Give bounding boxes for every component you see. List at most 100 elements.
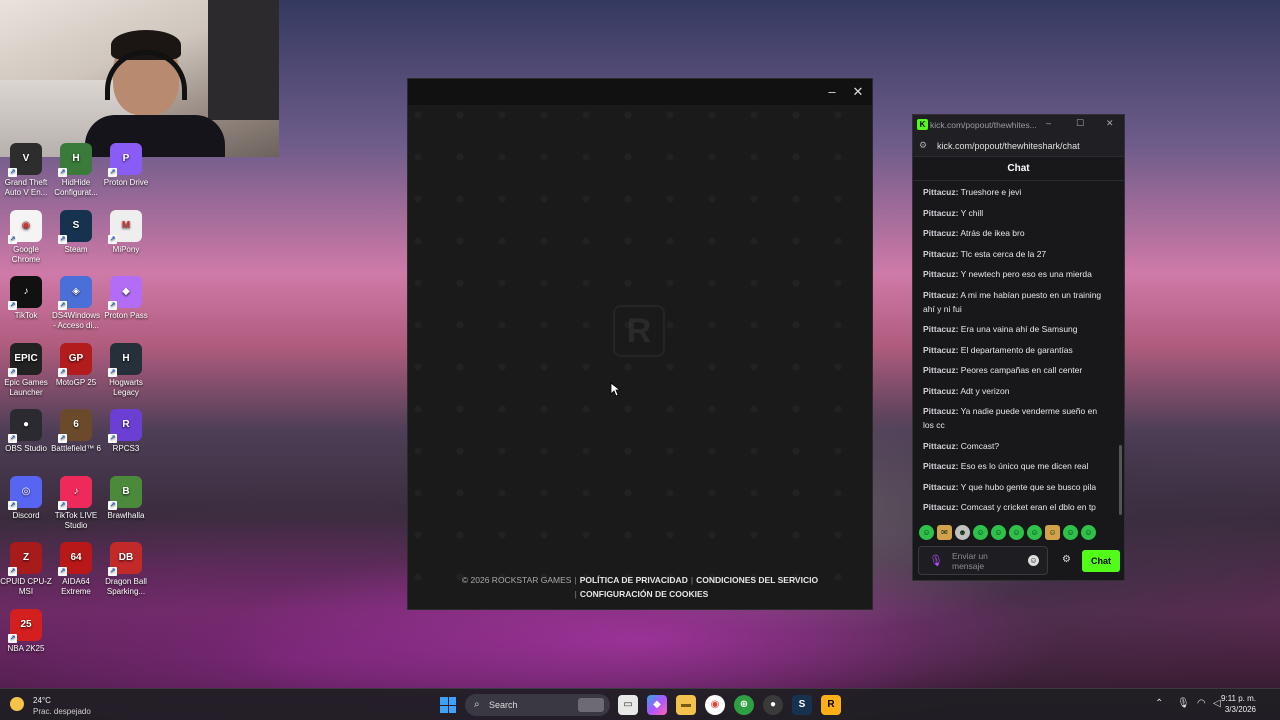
tiktok-live-studio-shortcut[interactable]: ♪ ↗ TikTok LIVE Studio	[50, 475, 102, 531]
chat-message[interactable]: Pittacuz: Comcast y cricket eran el dblo…	[913, 497, 1118, 518]
chat-send-button[interactable]: Chat	[1082, 550, 1120, 572]
steam-shortcut[interactable]: S ↗ Steam	[50, 209, 102, 255]
epic-games-shortcut[interactable]: EPIC ↗ Epic Games Launcher	[0, 342, 52, 398]
emote-icon[interactable]: ☺	[1027, 525, 1042, 540]
chat-username[interactable]: Pittacuz:	[923, 386, 958, 396]
chat-username[interactable]: Pittacuz:	[923, 441, 958, 451]
motogp-shortcut[interactable]: GP ↗ MotoGP 25	[50, 342, 102, 388]
battlefield-shortcut[interactable]: 6 ↗ Battlefield™ 6	[50, 409, 102, 454]
shortcut-arrow-icon: ↗	[8, 367, 17, 377]
chat-message[interactable]: Pittacuz: Atrás de ikea bro	[913, 223, 1118, 244]
minimize-icon[interactable]: –	[1046, 118, 1051, 128]
chat-message[interactable]: Pittacuz: Peores campañas en call center	[913, 360, 1118, 381]
dragon-ball-shortcut[interactable]: DB ↗ Dragon Ball Sparking...	[100, 542, 152, 597]
microphone-tray-icon[interactable]: 🎙	[1177, 698, 1190, 709]
kick-address-bar[interactable]: ⚙ kick.com/popout/thewhiteshark/chat	[913, 135, 1124, 157]
chat-username[interactable]: Pittacuz:	[923, 365, 958, 375]
steam-taskbar-icon[interactable]: S	[792, 695, 812, 715]
hogwarts-legacy-shortcut[interactable]: H ↗ Hogwarts Legacy	[100, 342, 152, 398]
kick-window-titlebar[interactable]: K kick.com/popout/thewhites... – ☐ ✕	[913, 115, 1124, 135]
emoji-picker-icon[interactable]: ☺	[1028, 555, 1039, 566]
system-clock[interactable]: 9:11 p. m. 3/3/2026	[1221, 693, 1256, 715]
ds4windows-shortcut[interactable]: ◈ ↗ DS4Windows - Acceso di...	[50, 276, 102, 331]
emote-icon[interactable]: ☺	[919, 525, 934, 540]
emote-icon[interactable]: ☺	[1063, 525, 1078, 540]
nba-2k25-shortcut[interactable]: 25 ↗ NBA 2K25	[0, 608, 52, 654]
chat-message[interactable]: Pittacuz: Y newtech pero eso es una mier…	[913, 264, 1118, 285]
chat-username[interactable]: Pittacuz:	[923, 324, 958, 334]
chat-scrollbar[interactable]	[1119, 445, 1122, 515]
chat-username[interactable]: Pittacuz:	[923, 290, 958, 300]
emote-icon[interactable]: ☺	[991, 525, 1006, 540]
chat-message[interactable]: Pittacuz: A mi me habían puesto en un tr…	[913, 285, 1118, 320]
microphone-icon[interactable]: 🎙	[929, 554, 943, 567]
chat-username[interactable]: Pittacuz:	[923, 482, 958, 492]
emote-icon[interactable]: ☺	[1081, 525, 1096, 540]
emote-icon[interactable]: ☻	[955, 525, 970, 540]
chat-message[interactable]: Pittacuz: Y chill	[913, 203, 1118, 224]
wifi-icon[interactable]: ◠	[1197, 698, 1206, 709]
minimize-icon[interactable]: –	[823, 83, 841, 101]
chat-username[interactable]: Pittacuz:	[923, 502, 958, 512]
chat-message[interactable]: Pittacuz: Y que hubo gente que se busco …	[913, 477, 1118, 498]
emote-icon[interactable]: ✉	[937, 525, 952, 540]
volume-icon[interactable]: ◁	[1213, 698, 1221, 709]
terms-link[interactable]: CONDICIONES DEL SERVICIO	[696, 575, 818, 585]
chat-message-input[interactable]: 🎙 Enviar un mensaje ☺	[918, 546, 1048, 575]
hidhide-shortcut[interactable]: H ↗ HidHide Configurat...	[50, 143, 102, 198]
emote-icon[interactable]: ☺	[1009, 525, 1024, 540]
file-explorer-icon[interactable]: ▬	[676, 695, 696, 715]
emote-icon[interactable]: ☺	[973, 525, 988, 540]
rockstar-launcher-window[interactable]: – ✕ R © 2026 ROCKSTAR GAMES | POLÍTICA DE …	[407, 78, 873, 610]
brawlhalla-shortcut[interactable]: B ↗ Brawlhalla	[100, 475, 152, 521]
close-icon[interactable]: ✕	[1106, 118, 1114, 129]
obs-taskbar-icon[interactable]: ●	[763, 695, 783, 715]
copilot-icon[interactable]: ◆	[647, 695, 667, 715]
obs-studio-shortcut[interactable]: ● ↗ OBS Studio	[0, 409, 52, 454]
grand-theft-auto-v-shortcut[interactable]: V ↗ Grand Theft Auto V En...	[0, 143, 52, 198]
close-icon[interactable]: ✕	[849, 83, 867, 101]
chat-message[interactable]: Pittacuz: Adt y verizon	[913, 381, 1118, 402]
emote-bar[interactable]: ☺ ✉ ☻ ☺ ☺ ☺ ☺ ☺ ☺ ☺	[919, 525, 1096, 541]
chat-username[interactable]: Pittacuz:	[923, 406, 958, 416]
proton-pass-shortcut[interactable]: ◆ ↗ Proton Pass	[100, 276, 152, 321]
taskbar-search-box[interactable]: ⌕ Search	[465, 694, 610, 716]
tiktok-shortcut[interactable]: ♪ ↗ TikTok	[0, 276, 52, 321]
chat-message-list[interactable]: Pittacuz: Trueshore e jevi Pittacuz: Y ch…	[913, 182, 1118, 518]
chat-username[interactable]: Pittacuz:	[923, 187, 958, 197]
xbox-controller-icon[interactable]: ⊕	[734, 695, 754, 715]
chat-username[interactable]: Pittacuz:	[923, 345, 958, 355]
privacy-link[interactable]: POLÍTICA DE PRIVACIDAD	[580, 575, 688, 585]
site-settings-icon[interactable]: ⚙	[919, 140, 927, 151]
chat-settings-gear-icon[interactable]: ⚙	[1062, 554, 1071, 565]
chat-message[interactable]: Pittacuz: Era una vaina ahí de Samsung	[913, 319, 1118, 340]
cpuid-shortcut[interactable]: Z ↗ CPUID CPU-Z MSI	[0, 542, 52, 597]
chat-message[interactable]: Pittacuz: Trueshore e jevi	[913, 182, 1118, 203]
chat-message[interactable]: Pittacuz: Eso es lo único que me dicen r…	[913, 456, 1118, 477]
aida64-shortcut[interactable]: 64 ↗ AIDA64 Extreme	[50, 542, 102, 597]
rockstar-taskbar-icon[interactable]: R	[821, 695, 841, 715]
chat-message[interactable]: Pittacuz: Tlc esta cerca de la 27	[913, 244, 1118, 265]
google-chrome-shortcut[interactable]: ◉ ↗ Google Chrome	[0, 209, 52, 265]
maximize-icon[interactable]: ☐	[1076, 118, 1084, 129]
chat-message[interactable]: Pittacuz: Comcast?	[913, 436, 1118, 457]
discord-shortcut[interactable]: ◎ ↗ Discord	[0, 475, 52, 521]
windows-start-icon[interactable]	[440, 697, 456, 713]
chrome-taskbar-icon[interactable]: ◉	[705, 695, 725, 715]
rockstar-titlebar[interactable]: – ✕	[408, 79, 872, 105]
chat-username[interactable]: Pittacuz:	[923, 269, 958, 279]
tray-chevron-icon[interactable]: ⌃	[1155, 698, 1163, 709]
mipony-shortcut[interactable]: M ↗ MiPony	[100, 209, 152, 255]
emote-icon[interactable]: ☺	[1045, 525, 1060, 540]
kick-chat-window[interactable]: K kick.com/popout/thewhites... – ☐ ✕ ⚙ k…	[912, 114, 1125, 581]
chat-username[interactable]: Pittacuz:	[923, 461, 958, 471]
cookies-link[interactable]: CONFIGURACIÓN DE COOKIES	[580, 589, 708, 599]
chat-username[interactable]: Pittacuz:	[923, 249, 958, 259]
chat-message[interactable]: Pittacuz: Ya nadie puede venderme sueño …	[913, 401, 1118, 436]
chat-username[interactable]: Pittacuz:	[923, 228, 958, 238]
task-view-icon[interactable]: ▭	[618, 695, 638, 715]
rpcs3-shortcut[interactable]: R ↗ RPCS3	[100, 409, 152, 454]
chat-username[interactable]: Pittacuz:	[923, 208, 958, 218]
proton-drive-shortcut[interactable]: P ↗ Proton Drive	[100, 143, 152, 188]
chat-message[interactable]: Pittacuz: El departamento de garantías	[913, 340, 1118, 361]
